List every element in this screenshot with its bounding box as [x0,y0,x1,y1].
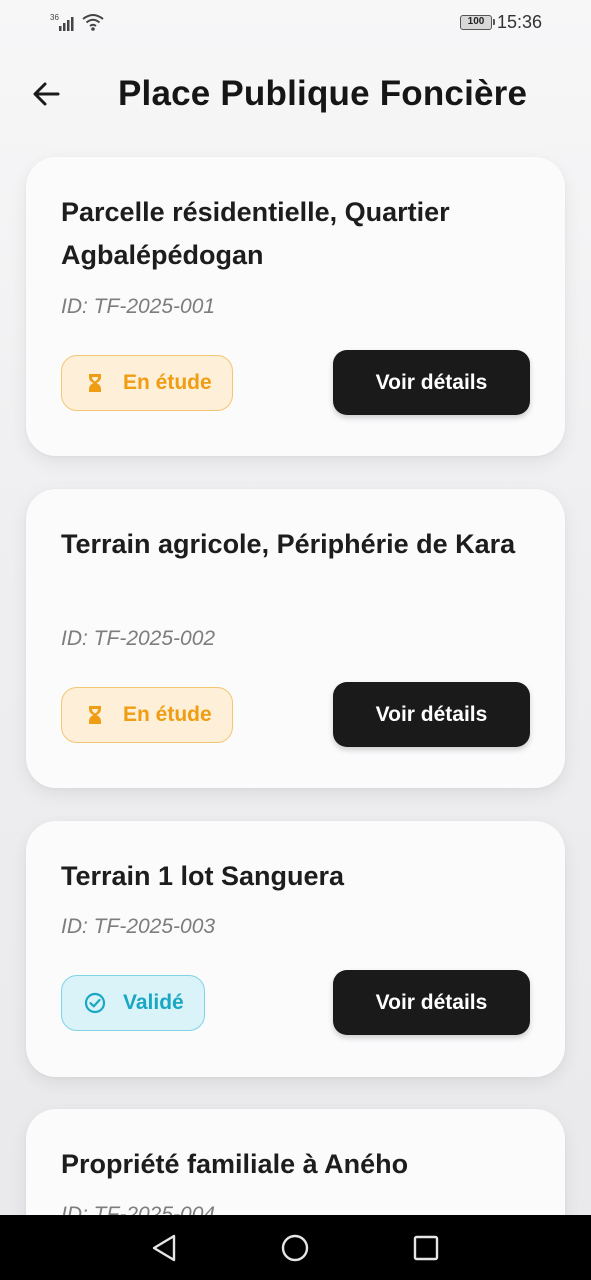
status-time: 15:36 [497,12,543,32]
app-header: Place Publique Foncière [0,46,591,142]
status-badge: Validé [61,975,205,1031]
system-nav-bar [0,1215,591,1280]
battery-indicator: 100 [460,15,495,30]
listing-title: Propriété familiale à Aného [61,1149,409,1179]
signal-icon: 36 [50,13,74,31]
status-label: Validé [123,991,184,1014]
square-recents-icon[interactable] [409,1231,443,1265]
listing-id: ID: TF-2025-003 [61,915,216,938]
view-details-button[interactable]: Voir détails [333,350,530,415]
page-title: Place Publique Foncière [118,74,528,113]
status-badge: En étude [61,355,233,411]
listing-title: Parcelle résidentielle, Quartier Agbalép… [61,197,450,270]
listing-title: Terrain 1 lot Sanguera [61,861,345,891]
status-label: En étude [123,703,212,726]
arrow-left-icon [33,82,60,106]
listing-card: Parcelle résidentielle, Quartier Agbalép… [26,157,565,456]
listing-id: ID: TF-2025-002 [61,627,216,650]
triangle-back-icon[interactable] [148,1231,182,1265]
listing-card: Terrain 1 lot Sanguera ID: TF-2025-003 V… [26,821,565,1077]
hourglass-icon [89,374,101,392]
screen: 36 100 15:36 Place Publique Foncière Par… [0,0,591,1280]
view-details-button[interactable]: Voir détails [333,970,530,1035]
view-details-button[interactable]: Voir détails [333,682,530,747]
wifi-icon [82,14,104,31]
listing-title: Terrain agricole, Périphérie de Kara [61,529,516,559]
listing-card: Terrain agricole, Périphérie de Kara ID:… [26,489,565,788]
check-circle-icon [84,992,106,1014]
status-label: En étude [123,371,212,394]
signal-label: 36 [50,13,59,22]
hourglass-icon [89,706,101,724]
circle-home-icon[interactable] [278,1231,312,1265]
back-button[interactable] [22,70,70,118]
listing-id: ID: TF-2025-001 [61,295,216,318]
status-badge: En étude [61,687,233,743]
status-bar: 36 100 15:36 [0,0,591,46]
